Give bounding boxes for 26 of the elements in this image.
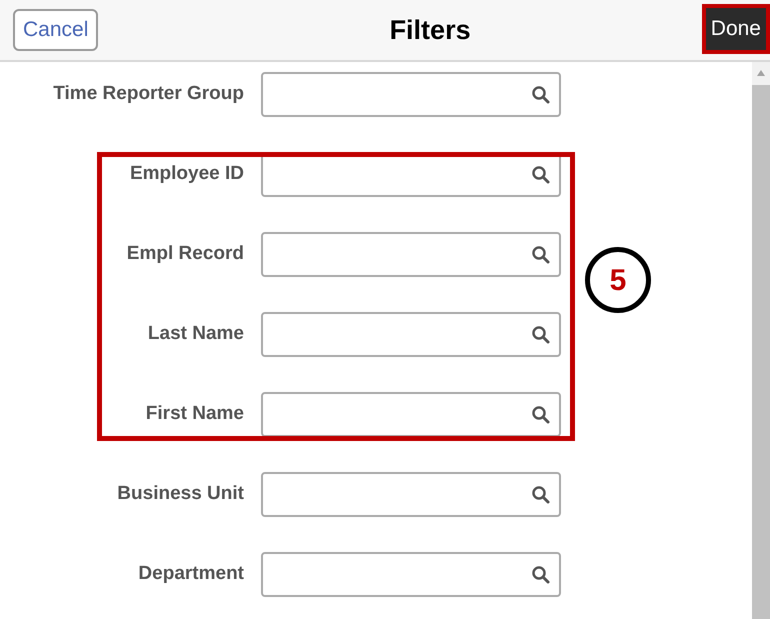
search-icon xyxy=(531,404,551,424)
scroll-up-icon[interactable] xyxy=(757,70,765,76)
page-title: Filters xyxy=(390,14,471,47)
search-field[interactable] xyxy=(261,232,561,277)
search-icon xyxy=(531,84,551,104)
field-label: Time Reporter Group xyxy=(52,82,244,106)
search-field[interactable] xyxy=(261,472,561,517)
cancel-button[interactable]: Cancel xyxy=(13,9,98,51)
search-field[interactable] xyxy=(261,552,561,597)
search-icon xyxy=(531,324,551,344)
search-icon xyxy=(531,564,551,584)
field-label: Department xyxy=(137,562,244,586)
search-icon xyxy=(531,164,551,184)
field-label: Business Unit xyxy=(116,482,244,506)
field-label: Empl Record xyxy=(126,242,244,266)
search-icon xyxy=(531,484,551,504)
search-field[interactable] xyxy=(261,392,561,437)
step-callout: 5 xyxy=(585,247,651,313)
search-field[interactable] xyxy=(261,312,561,357)
scrollbar[interactable] xyxy=(752,62,770,619)
field-label: First Name xyxy=(144,402,244,426)
field-label: Last Name xyxy=(146,322,244,346)
field-label: Employee ID xyxy=(128,162,244,186)
search-icon xyxy=(531,244,551,264)
search-field[interactable] xyxy=(261,72,561,117)
done-button[interactable]: Done xyxy=(702,4,770,54)
